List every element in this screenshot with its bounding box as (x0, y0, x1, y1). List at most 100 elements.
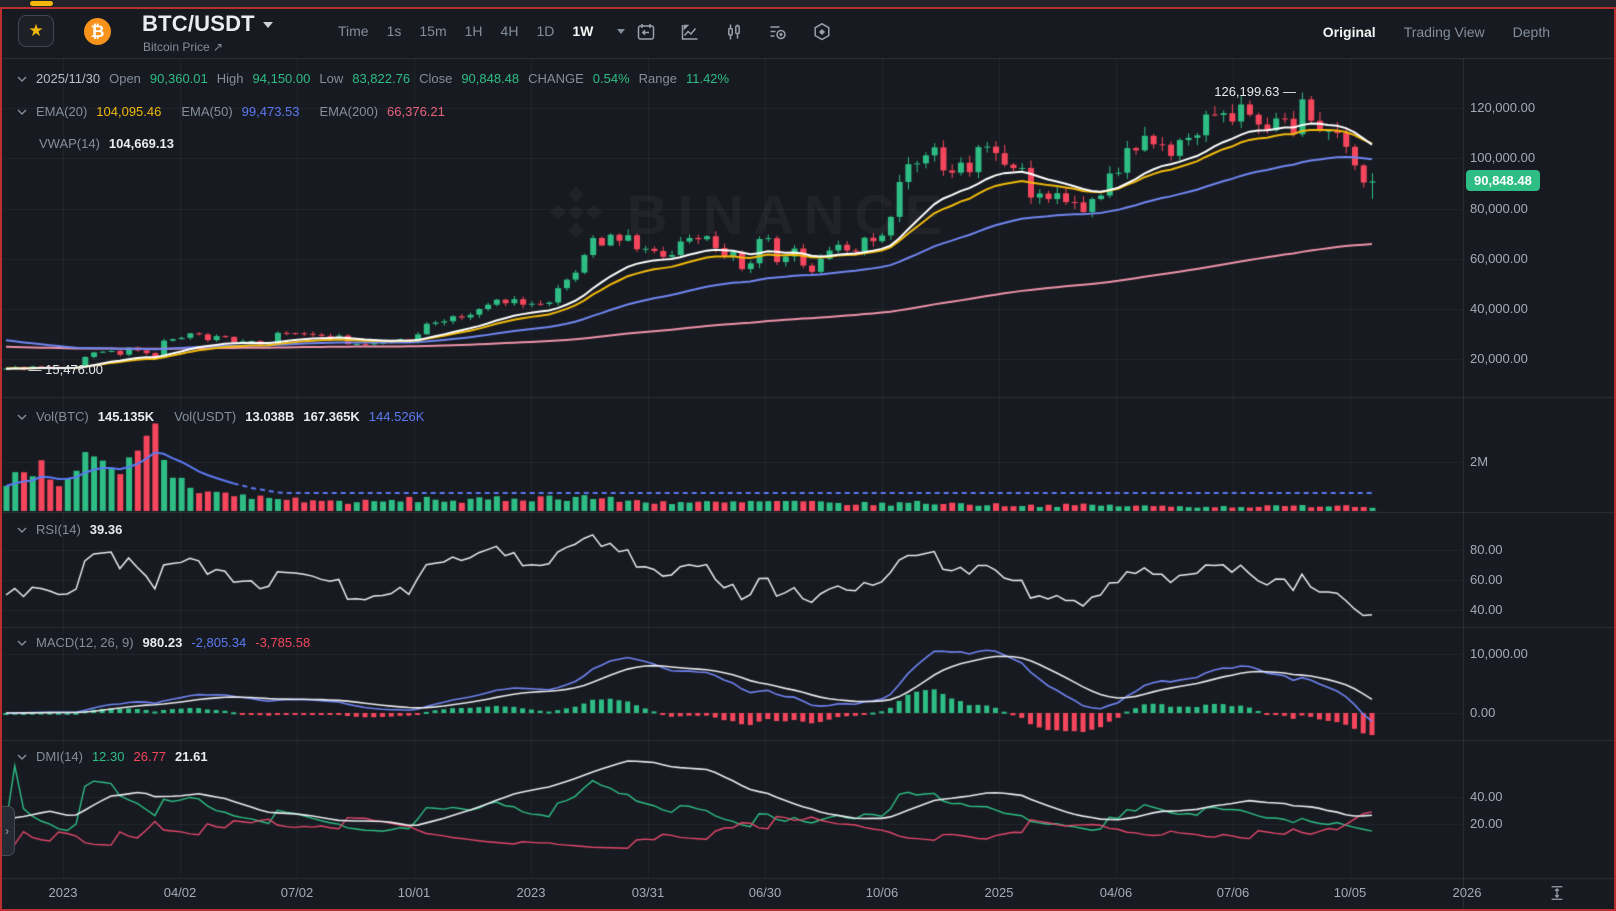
chart-tools (636, 22, 832, 42)
tab-original[interactable]: Original (1323, 24, 1376, 40)
price-axis-label: 80,000.00 (1470, 201, 1528, 216)
dmi-label: DMI(14) (36, 749, 83, 764)
volume-axis-label: 2M (1470, 454, 1488, 469)
interval-1w-selected[interactable]: 1W (572, 23, 593, 39)
price-axis-label: 60,000.00 (1470, 251, 1528, 266)
ema-legend-row: EMA(20) 104,095.46 EMA(50) 99,473.53 EMA… (17, 104, 445, 119)
vol-usdt-value: 13.038B (245, 409, 294, 424)
dmi-mdi-value: 26.77 (134, 749, 167, 764)
collapse-macd-icon[interactable] (17, 640, 27, 646)
vol-btc-value: 145.135K (98, 409, 154, 424)
macd-label: MACD(12, 26, 9) (36, 635, 134, 650)
rsi-axis-label: 80.00 (1470, 542, 1503, 557)
vwap-value: 104,669.13 (109, 136, 174, 151)
range-value: 11.42% (686, 71, 729, 86)
collapse-dmi-icon[interactable] (17, 754, 27, 760)
time-axis-label: 2023 (517, 885, 546, 900)
time-axis-label: 2023 (49, 885, 78, 900)
macd-axis-label: 0.00 (1470, 705, 1495, 720)
favorite-button[interactable]: ★ (18, 15, 54, 47)
price-axis-label: 120,000.00 (1470, 100, 1535, 115)
pane-expand-handle[interactable]: › (0, 806, 15, 856)
chart-style-icon[interactable] (680, 22, 700, 42)
time-axis-label: 10/01 (398, 885, 431, 900)
bitcoin-logo: ₿ (84, 18, 111, 45)
collapse-volume-icon[interactable] (17, 414, 27, 420)
candle-date: 2025/11/30 (36, 71, 100, 86)
peak-tick: — (1283, 84, 1296, 99)
macd-hist-value: -3,785.58 (255, 635, 310, 650)
tab-depth[interactable]: Depth (1513, 24, 1550, 40)
symbol-selector[interactable]: BTC/USDT (142, 11, 273, 37)
open-label: Open (109, 71, 141, 86)
macd-legend-row: MACD(12, 26, 9) 980.23 -2,805.34 -3,785.… (17, 635, 310, 650)
ema50-value: 99,473.53 (242, 104, 300, 119)
active-tab-indicator (30, 1, 53, 6)
interval-1d[interactable]: 1D (536, 23, 554, 39)
low-label: Low (319, 71, 343, 86)
peak-price-value: 126,199.63 (1214, 84, 1279, 99)
tab-trading-view[interactable]: Trading View (1404, 24, 1485, 40)
vol-ma1-value: 167.365K (303, 409, 359, 424)
low-tick: — (29, 362, 42, 377)
star-icon: ★ (28, 21, 43, 41)
axis-scale-toggle[interactable] (1546, 884, 1568, 902)
trading-app-window: ★ ₿ BTC/USDT Bitcoin Price ↗ Time 1s 15m… (0, 0, 1616, 911)
range-label: Range (639, 71, 677, 86)
chart-header: ★ ₿ BTC/USDT Bitcoin Price ↗ Time 1s 15m… (0, 9, 1616, 58)
settings-icon[interactable] (812, 22, 832, 42)
time-axis-label: 2025 (985, 885, 1014, 900)
browser-top-strip (0, 0, 1616, 7)
time-axis-label: 10/06 (866, 885, 899, 900)
calendar-icon[interactable] (636, 22, 656, 42)
high-value: 94,150.00 (253, 71, 311, 86)
interval-time[interactable]: Time (338, 23, 369, 39)
vwap-label: VWAP(14) (39, 136, 100, 151)
price-axis-label: 100,000.00 (1470, 150, 1535, 165)
price-axis-label: 40,000.00 (1470, 301, 1528, 316)
macd-dea-value: 980.23 (143, 635, 183, 650)
time-axis-label: 04/02 (164, 885, 197, 900)
high-label: High (217, 71, 244, 86)
interval-dropdown-icon[interactable] (617, 29, 625, 34)
interval-1h[interactable]: 1H (465, 23, 483, 39)
ema200-value: 66,376.21 (387, 104, 445, 119)
bitcoin-glyph: ₿ (91, 22, 105, 42)
last-price-badge: 90,848.48 (1466, 170, 1540, 191)
indicators-icon[interactable] (768, 22, 788, 42)
symbol-subtitle-link[interactable]: Bitcoin Price ↗ (143, 40, 223, 54)
price-axis-label: 20,000.00 (1470, 351, 1528, 366)
ema50-label: EMA(50) (181, 104, 232, 119)
close-value: 90,848.48 (461, 71, 519, 86)
change-label: CHANGE (528, 71, 584, 86)
dmi-axis-label: 20.00 (1470, 816, 1503, 831)
collapse-main-icon[interactable] (17, 76, 27, 82)
ema200-label: EMA(200) (320, 104, 379, 119)
low-price-annotation: — 15,476.00 (29, 362, 103, 377)
vol-ma2-value: 144.526K (369, 409, 425, 424)
chevron-down-icon (263, 22, 273, 28)
rsi-axis-label: 60.00 (1470, 572, 1503, 587)
expand-vertical-icon (1548, 884, 1566, 902)
rsi-axis-label: 40.00 (1470, 602, 1503, 617)
symbol-title: BTC/USDT (142, 11, 255, 36)
candlestick-icon[interactable] (724, 22, 744, 42)
rsi-legend-row: RSI(14) 39.36 (17, 522, 122, 537)
time-axis-label: 2026 (1453, 885, 1482, 900)
vol-usdt-label: Vol(USDT) (174, 409, 236, 424)
rsi-label: RSI(14) (36, 522, 81, 537)
dmi-axis-label: 40.00 (1470, 789, 1503, 804)
view-mode-tabs: Original Trading View Depth (1323, 24, 1550, 40)
dmi-pdi-value: 12.30 (92, 749, 125, 764)
macd-dif-value: -2,805.34 (191, 635, 246, 650)
interval-4h[interactable]: 4H (501, 23, 519, 39)
collapse-rsi-icon[interactable] (17, 527, 27, 533)
interval-1s[interactable]: 1s (387, 23, 402, 39)
collapse-ema-icon[interactable] (17, 109, 27, 115)
macd-axis-label: 10,000.00 (1470, 646, 1528, 661)
peak-price-annotation: 126,199.63 — (1166, 84, 1296, 99)
dmi-adx-value: 21.61 (175, 749, 208, 764)
chart-canvas[interactable] (0, 58, 1616, 911)
ema20-value: 104,095.46 (96, 104, 161, 119)
interval-15m[interactable]: 15m (419, 23, 446, 39)
